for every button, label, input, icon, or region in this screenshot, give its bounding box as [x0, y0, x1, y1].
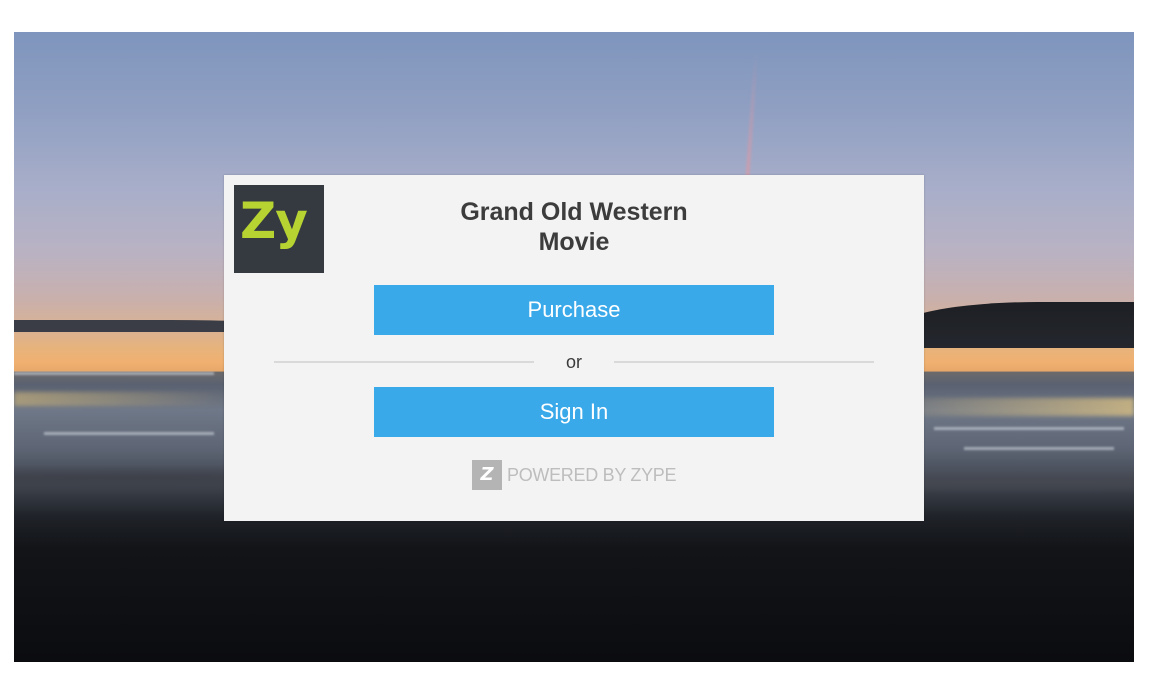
divider-right	[614, 361, 874, 363]
far-shore-right	[894, 302, 1134, 348]
ice-streak	[934, 427, 1124, 430]
channel-logo: Zy	[234, 185, 324, 273]
purchase-button[interactable]: Purchase	[374, 285, 774, 335]
divider-left	[274, 361, 534, 363]
ice-streak	[964, 447, 1114, 450]
ice-streak	[44, 432, 214, 435]
page: Zy Grand Old Western Movie Purchase or S…	[0, 0, 1168, 700]
ice-reflection-right	[914, 398, 1134, 416]
divider-or-label: or	[565, 352, 582, 372]
purchase-modal: Zy Grand Old Western Movie Purchase or S…	[224, 175, 924, 521]
ice-reflection-left	[14, 392, 234, 406]
video-title-line2: Movie	[538, 228, 610, 256]
powered-by-label: POWERED BY ZYPE	[507, 464, 677, 485]
zype-logo-icon: Z	[472, 460, 502, 490]
sign-in-button[interactable]: Sign In	[374, 387, 774, 437]
powered-by-zype-link[interactable]: Z POWERED BY ZYPE	[472, 460, 677, 490]
video-title-line1: Grand Old Western	[460, 198, 688, 226]
logo-text: Zy	[240, 192, 308, 250]
video-title: Grand Old Western Movie	[374, 197, 774, 257]
ice-streak	[14, 372, 214, 375]
